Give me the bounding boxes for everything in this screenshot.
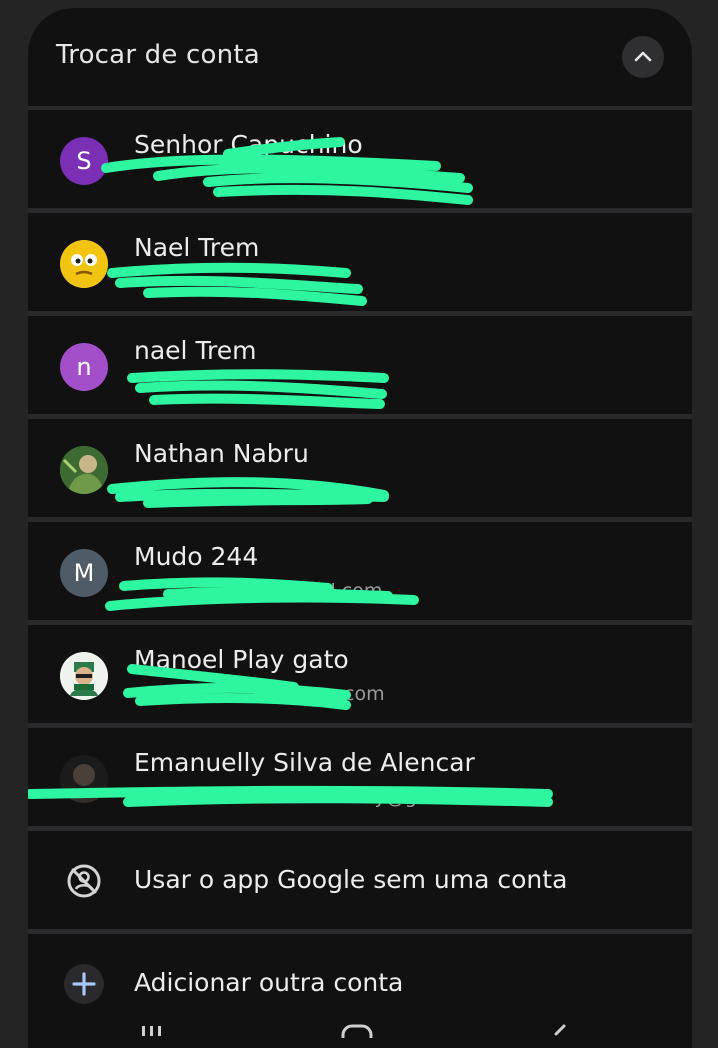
account-name: Senhor Capuchino: [134, 130, 363, 159]
use-without-account-label: Usar o app Google sem uma conta: [134, 865, 568, 894]
account-name: nael Trem: [134, 336, 257, 365]
sheet-title: Trocar de conta: [56, 40, 260, 70]
avatar: [60, 755, 108, 803]
account-row-manoel-play-gato[interactable]: Manoel Play gato com: [28, 625, 692, 723]
account-row-nael-trem[interactable]: Nael Trem: [28, 213, 692, 311]
redaction-scribble: [107, 262, 367, 306]
no-account-icon: [64, 861, 104, 901]
redaction-scribble: [105, 577, 419, 611]
redaction-scribble: [28, 785, 553, 807]
avatar-initial: n: [76, 353, 92, 381]
avatar: [60, 652, 108, 700]
account-switcher-sheet: Trocar de conta S Senhor Capuchino Nael …: [28, 8, 692, 1048]
sheet-header: Trocar de conta: [28, 8, 692, 106]
account-name: Nathan Nabru: [134, 439, 309, 468]
account-name: Emanuelly Silva de Alencar: [134, 748, 475, 777]
plus-icon: [64, 964, 104, 1004]
account-email: lly@gmail.co: [364, 786, 486, 808]
avatar: n: [60, 343, 108, 391]
photo-avatar-icon: [60, 755, 108, 803]
add-account-label: Adicionar outra conta: [134, 968, 404, 997]
account-row-emanuelly-silva-de-alencar[interactable]: Emanuelly Silva de Alencar lly@gmail.co: [28, 728, 692, 826]
emoji-face-icon: [60, 240, 108, 288]
chevron-up-icon: [634, 51, 652, 62]
back-icon[interactable]: [548, 1018, 568, 1038]
redaction-scribble: [127, 369, 389, 409]
photo-avatar-icon: [60, 446, 108, 494]
account-row-nathan-nabru[interactable]: Nathan Nabru: [28, 419, 692, 517]
account-row-senhor-capuchino[interactable]: S Senhor Capuchino: [28, 110, 692, 208]
avatar-initial: S: [76, 147, 92, 175]
redaction-scribble: [107, 477, 389, 508]
use-without-account-button[interactable]: Usar o app Google sem uma conta: [28, 831, 692, 929]
account-row-mudo-244[interactable]: M Mudo 244 @gmail.com: [28, 522, 692, 620]
avatar: [60, 240, 108, 288]
account-name: Nael Trem: [134, 233, 260, 262]
account-name: Mudo 244: [134, 542, 259, 571]
avatar: M: [60, 549, 108, 597]
redaction-scribble: [123, 664, 351, 710]
avatar: [60, 446, 108, 494]
account-name: Manoel Play gato: [134, 645, 349, 674]
redaction-scribble: [101, 137, 473, 205]
avatar: S: [60, 137, 108, 185]
avatar-initial: M: [73, 559, 95, 587]
cartoon-avatar-icon: [60, 652, 108, 700]
account-email: @gmail.com: [264, 580, 383, 602]
account-row-nael-trem-2[interactable]: n nael Trem: [28, 316, 692, 414]
account-email: com: [344, 683, 385, 705]
home-icon[interactable]: [340, 1018, 374, 1038]
recent-apps-icon[interactable]: [140, 1018, 164, 1038]
collapse-button[interactable]: [622, 36, 664, 78]
